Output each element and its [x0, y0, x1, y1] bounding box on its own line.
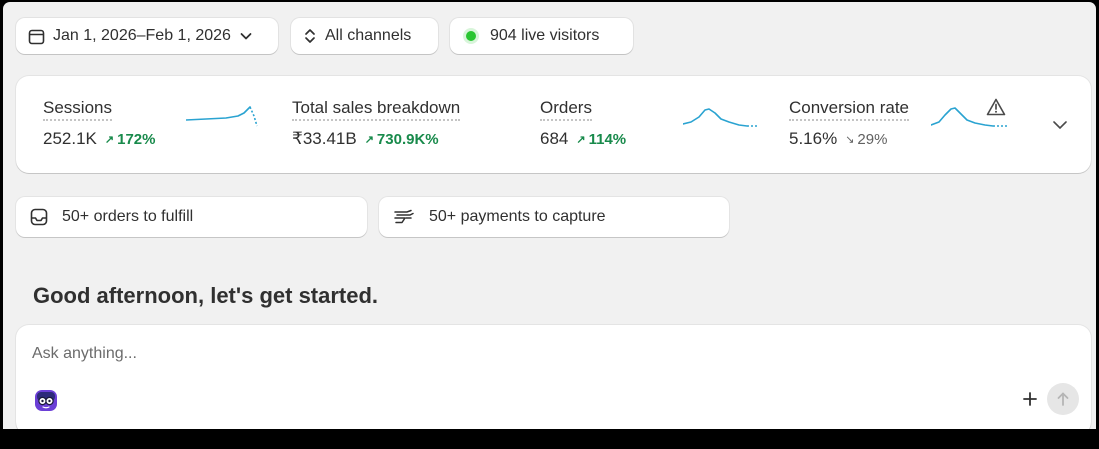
orders-to-fulfill-button[interactable]: 50+ orders to fulfill — [16, 197, 367, 237]
arrow-up-right-icon: ↗ — [364, 133, 374, 146]
channels-label: All channels — [325, 27, 412, 44]
metric-title: Orders — [540, 98, 592, 121]
metric-delta-value: 172% — [117, 130, 156, 148]
sessions-sparkline — [186, 106, 258, 127]
calendar-icon — [28, 28, 45, 45]
orders-sparkline — [683, 108, 759, 127]
date-range-label: Jan 1, 2026–Feb 1, 2026 — [53, 27, 231, 44]
live-visitors-button[interactable]: 904 live visitors — [450, 18, 633, 54]
live-visitors-label: 904 live visitors — [490, 27, 600, 44]
inbox-icon — [30, 208, 48, 226]
date-range-picker[interactable]: Jan 1, 2026–Feb 1, 2026 — [16, 18, 278, 54]
metric-delta: ↗ 730.9K% — [365, 131, 439, 148]
chevron-down-icon[interactable] — [1052, 118, 1068, 136]
greeting-heading: Good afternoon, let's get started. — [33, 283, 379, 308]
payments-to-capture-button[interactable]: 50+ payments to capture — [379, 197, 729, 237]
metric-value: 5.16% — [789, 129, 838, 148]
ask-input[interactable] — [32, 345, 932, 363]
avatar-icon[interactable] — [34, 388, 58, 417]
metrics-card: Sessions 252.1K ↗ 172% Total sales breakd… — [16, 76, 1091, 173]
arrow-up-right-icon: ↗ — [104, 133, 115, 146]
metric-delta: ↗ 114% — [576, 131, 626, 148]
metric-title: Sessions — [43, 98, 112, 121]
metric-conversion-rate[interactable]: Conversion rate 5.16% ↘ 29% — [789, 98, 910, 158]
metric-delta-value: 730.9K% — [376, 130, 439, 148]
channels-filter[interactable]: All channels — [291, 18, 438, 54]
metric-value: 252.1K — [43, 129, 97, 148]
metric-sessions[interactable]: Sessions 252.1K ↗ 172% — [43, 98, 155, 158]
metric-orders[interactable]: Orders 684 ↗ 114% — [540, 98, 626, 158]
payment-icon — [393, 209, 415, 225]
metric-delta: ↘ 29% — [845, 131, 887, 148]
arrow-up-icon — [1056, 391, 1070, 407]
metric-delta-value: 29% — [857, 130, 888, 148]
metric-delta: ↗ 172% — [105, 131, 156, 148]
task-label: 50+ payments to capture — [429, 208, 606, 225]
send-button[interactable] — [1047, 383, 1079, 415]
task-label: 50+ orders to fulfill — [62, 208, 194, 225]
live-dot-icon — [466, 31, 476, 41]
app-frame: Jan 1, 2026–Feb 1, 2026 All channels 904… — [3, 2, 1096, 429]
sort-icon — [303, 28, 317, 44]
chevron-down-icon — [239, 29, 253, 43]
plus-icon[interactable] — [1019, 388, 1041, 410]
metric-title: Conversion rate — [789, 98, 910, 121]
metric-value: 684 — [540, 129, 569, 148]
arrow-up-right-icon: ↗ — [576, 133, 586, 146]
metric-value: ₹33.41B — [292, 129, 357, 148]
chat-box — [16, 325, 1091, 429]
metric-total-sales[interactable]: Total sales breakdown ₹33.41B ↗ 730.9K% — [292, 98, 461, 158]
metric-title: Total sales breakdown — [292, 98, 461, 121]
arrow-down-right-icon: ↘ — [845, 133, 855, 146]
metric-delta-value: 114% — [588, 130, 627, 148]
warning-icon[interactable] — [986, 98, 1006, 121]
